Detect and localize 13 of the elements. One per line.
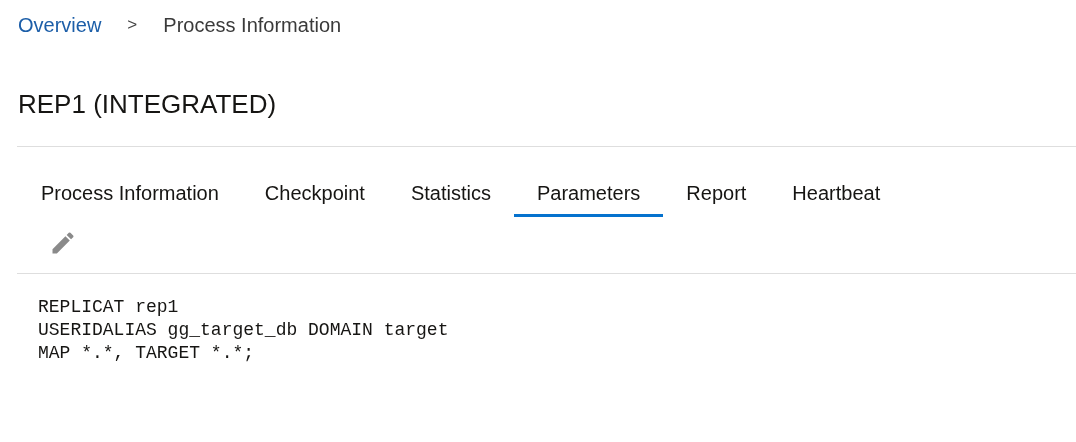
tab[interactable]: Checkpoint	[241, 171, 388, 217]
page-title: REP1 (INTEGRATED)	[17, 88, 278, 121]
tab[interactable]: Report	[663, 171, 770, 217]
code-line: MAP *.*, TARGET *.*;	[38, 342, 256, 365]
tab[interactable]: Heartbeat	[769, 171, 904, 217]
tab[interactable]: Statistics	[387, 171, 514, 217]
code-line: REPLICAT rep1	[38, 296, 180, 319]
breadcrumb-current: Process Information	[163, 13, 342, 38]
tab[interactable]: Process Information	[18, 171, 242, 217]
breadcrumb-separator: >	[127, 14, 138, 37]
code-line: USERIDALIAS gg_target_db DOMAIN target	[38, 319, 450, 342]
breadcrumb-link[interactable]: Overview	[18, 10, 102, 40]
tab[interactable]: Parameters	[513, 171, 664, 217]
